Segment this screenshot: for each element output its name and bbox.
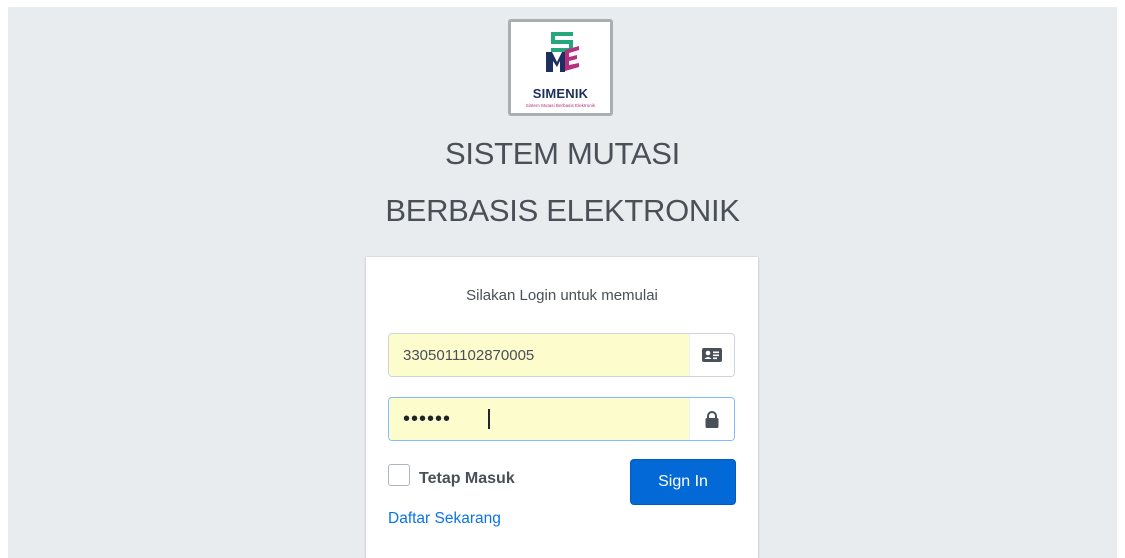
logo-mark-icon xyxy=(546,32,579,72)
page-title-line-1: SISTEM MUTASI xyxy=(445,136,680,171)
login-card: Silakan Login untuk memulai Tetap Masuk … xyxy=(366,257,758,558)
username-field xyxy=(388,333,735,377)
logo-wordmark: SIMENIK xyxy=(532,86,589,101)
login-message: Silakan Login untuk memulai xyxy=(466,287,658,304)
register-link[interactable]: Daftar Sekarang xyxy=(388,510,501,528)
lock-icon xyxy=(689,398,734,440)
password-field xyxy=(388,397,735,441)
password-input[interactable] xyxy=(389,398,689,440)
page-title-line-2: BERBASIS ELEKTRONIK xyxy=(385,193,740,228)
text-caret xyxy=(488,409,490,429)
username-input[interactable] xyxy=(389,334,689,376)
simenik-logo: SIMENIK Sistem Mutasi Berbasis Elektroni… xyxy=(508,19,613,116)
sign-in-button[interactable]: Sign In xyxy=(630,459,736,505)
id-card-icon xyxy=(689,334,734,376)
logo-tagline: Sistem Mutasi Berbasis Elektronik xyxy=(525,103,596,108)
remember-checkbox[interactable] xyxy=(388,464,410,486)
remember-label[interactable]: Tetap Masuk xyxy=(419,470,515,488)
